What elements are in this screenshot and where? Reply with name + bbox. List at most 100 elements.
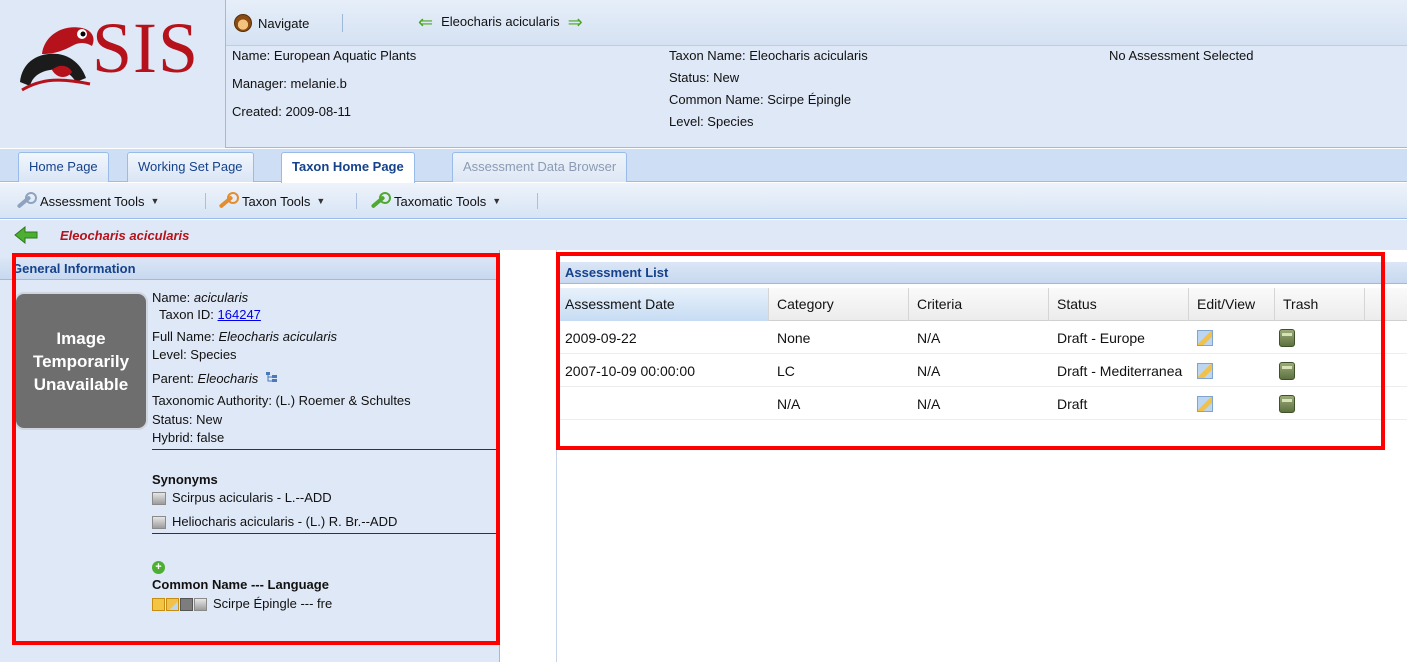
taxon-navigator: ⇐ Eleocharis acicularis ⇒ [418,13,583,31]
cell-status: Draft - Mediterranea [1057,363,1183,379]
chevron-down-icon: ▼ [316,196,326,206]
taxon-name-field: Name: acicularis [152,290,248,305]
chevron-down-icon: ▼ [492,196,502,206]
assessment-grid-header: Assessment Date Category Criteria Status… [557,288,1407,321]
logo-text: SIS [92,8,200,88]
edit-icon[interactable] [166,598,179,612]
working-set-manager: Manager: melanie.b [232,76,347,91]
assessment-tools-label: Assessment Tools [40,193,145,209]
assessment-tools-menu[interactable]: Assessment Tools ▼ [14,192,159,210]
cell-date: 2007-10-09 00:00:00 [565,363,695,379]
taxomatic-tools-label: Taxomatic Tools [394,193,487,209]
full-name-value: Eleocharis acicularis [218,329,337,344]
mail-icon[interactable] [152,598,165,612]
trash-icon[interactable] [1279,329,1295,347]
taxon-id-label: Taxon ID: [159,307,218,322]
assessment-status: No Assessment Selected [1109,48,1254,63]
taxon-level: Level: Species [669,114,754,129]
taxon-tools-label: Taxon Tools [242,193,311,209]
cell-criteria: N/A [917,396,941,412]
navigate-label: Navigate [258,15,310,31]
forward-arrow-icon[interactable]: ⇒ [568,13,583,31]
cell-criteria: N/A [917,330,941,346]
status-field: Status: New [152,412,223,427]
column-header-edit-view[interactable]: Edit/View [1189,288,1275,321]
assessment-list-panel: Assessment List Assessment Date Category… [556,250,1407,662]
column-header-trash[interactable]: Trash [1275,288,1365,321]
taxon-id-link[interactable]: 164247 [218,307,261,322]
column-header-criteria[interactable]: Criteria [909,288,1049,321]
synonym-icon[interactable] [152,516,166,530]
toolbar-separator [537,193,538,209]
cell-category: LC [777,363,795,379]
app-header: SIS Navigate ⇐ Eleocharis acicularis ⇒ N… [0,0,1407,148]
tab-bar: Home Page Working Set Page Taxon Home Pa… [0,149,1407,183]
divider [152,449,497,450]
edit-icon[interactable] [1197,363,1213,379]
monkey-icon [234,14,252,32]
synonym-icon[interactable] [152,492,166,506]
edit-icon[interactable] [1197,330,1213,346]
trash-icon[interactable] [1279,362,1295,380]
toolbar: Assessment Tools ▼ Taxon Tools ▼ Taxomat… [0,183,1407,219]
table-row[interactable]: 2009-09-22 None N/A Draft - Europe [557,322,1407,354]
parent-label: Parent: [152,371,198,386]
wrench-icon [14,192,37,210]
cell-status: Draft - Europe [1057,330,1145,346]
cell-date: 2009-09-22 [565,330,637,346]
current-taxon-label: Eleocharis acicularis [441,14,560,29]
taxon-image-placeholder: Image Temporarily Unavailable [14,292,148,430]
wrench-icon [216,192,239,210]
nav-separator [342,14,343,32]
image-text-line: Unavailable [33,374,129,394]
divider [152,533,497,534]
level-field: Level: Species [152,347,237,362]
table-row[interactable]: 2007-10-09 00:00:00 LC N/A Draft - Medit… [557,355,1407,387]
cell-date [557,388,565,420]
column-header-status[interactable]: Status [1049,288,1189,321]
parent-field: Parent: Eleocharis [152,371,278,386]
hybrid-field: Hybrid: false [152,430,225,445]
delete-icon[interactable] [180,598,193,612]
name-value: acicularis [193,290,249,305]
navigate-button[interactable]: Navigate [234,11,309,35]
synonym-item: Scirpus acicularis - L.--ADD [152,490,332,506]
note-icon[interactable] [194,598,207,612]
tab-working-set-page[interactable]: Working Set Page [127,152,254,182]
back-arrow-icon[interactable] [14,226,38,244]
add-common-name-button[interactable]: + [152,558,165,574]
tree-icon[interactable] [265,371,278,383]
image-text-line: Image [56,328,106,348]
column-header-assessment-date[interactable]: Assessment Date [557,288,769,321]
full-name-label: Full Name: [152,329,219,344]
table-row[interactable]: N/A N/A Draft [557,388,1407,420]
full-name-field: Full Name: Eleocharis acicularis [152,329,337,344]
common-name-item: Scirpe Épingle --- fre [152,596,333,612]
synonyms-title: Synonyms [152,472,218,487]
taxon-status: Status: New [669,70,740,85]
taxomatic-tools-menu[interactable]: Taxomatic Tools ▼ [368,192,501,210]
tab-taxon-home-page[interactable]: Taxon Home Page [281,152,415,183]
taxon-id-field: Taxon ID: 164247 [159,307,261,322]
tab-home-page[interactable]: Home Page [18,152,109,182]
chevron-down-icon: ▼ [150,196,160,206]
trash-icon[interactable] [1279,395,1295,413]
add-icon[interactable]: + [152,561,165,574]
wrench-icon [368,192,391,210]
column-header-category[interactable]: Category [769,288,909,321]
synonym-item: Heliocharis acicularis - (L.) R. Br.--AD… [152,514,397,530]
name-label: Name: [152,290,194,305]
taxon-tools-menu[interactable]: Taxon Tools ▼ [216,192,325,210]
breadcrumb-taxon[interactable]: Eleocharis acicularis [60,228,189,243]
edit-icon[interactable] [1197,396,1213,412]
common-names-title: Common Name --- Language [152,577,329,592]
parent-value: Eleocharis [197,371,259,386]
back-arrow-icon[interactable]: ⇐ [418,13,433,31]
taxon-common-name: Common Name: Scirpe Épingle [669,92,852,107]
synonym-text: Scirpus acicularis - L.--ADD [172,490,332,505]
general-information-title: General Information [0,258,500,280]
tab-assessment-data-browser: Assessment Data Browser [452,152,628,182]
toolbar-separator [356,193,357,209]
common-name-text: Scirpe Épingle --- fre [213,596,333,611]
cell-status: Draft [1057,396,1088,412]
